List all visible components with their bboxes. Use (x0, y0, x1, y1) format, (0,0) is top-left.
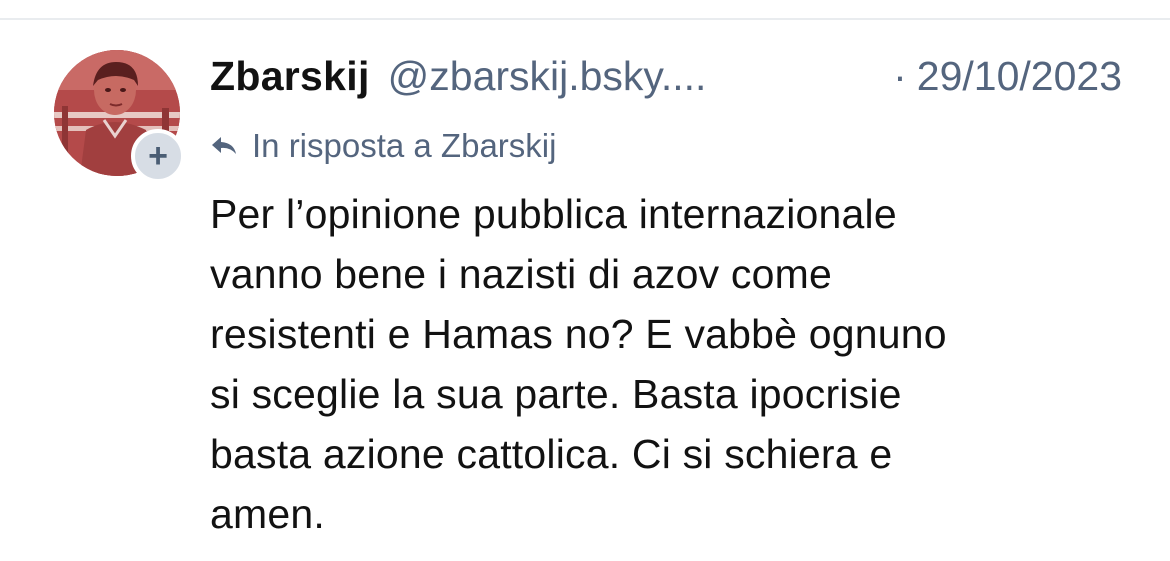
post-text: Per l’opinione pubblica internazionale v… (210, 184, 1130, 544)
post-text-line: basta azione cattolica. Ci si schiera e (210, 431, 893, 477)
post-view: + Zbarskij @zbarskij.bsky.... · 29/10/20… (0, 0, 1170, 561)
author-avatar-container[interactable]: + (54, 50, 185, 183)
post-header: Zbarskij @zbarskij.bsky.... · 29/10/2023 (210, 48, 1130, 104)
post-date[interactable]: 29/10/2023 (917, 53, 1122, 100)
post-text-line: amen. (210, 491, 325, 537)
author-handle[interactable]: @zbarskij.bsky.... (388, 53, 707, 100)
post-text-line: vanno bene i nazisti di azov come (210, 251, 832, 297)
plus-icon: + (148, 137, 168, 175)
reply-context-text[interactable]: In risposta a Zbarskij (252, 127, 556, 165)
reply-context[interactable]: In risposta a Zbarskij (210, 124, 556, 168)
post-text-line: resistenti e Hamas no? E vabbè ognuno (210, 311, 947, 357)
post-timestamp[interactable]: · 29/10/2023 (893, 48, 1122, 104)
top-divider (0, 18, 1170, 20)
post-text-line: Per l’opinione pubblica internazionale (210, 191, 897, 237)
reply-arrow-icon (212, 137, 236, 154)
author-display-name[interactable]: Zbarskij (210, 53, 370, 100)
timestamp-separator: · (893, 52, 907, 99)
post-text-line: si sceglie la sua parte. Basta ipocrisie (210, 371, 902, 417)
follow-button[interactable]: + (131, 129, 185, 183)
